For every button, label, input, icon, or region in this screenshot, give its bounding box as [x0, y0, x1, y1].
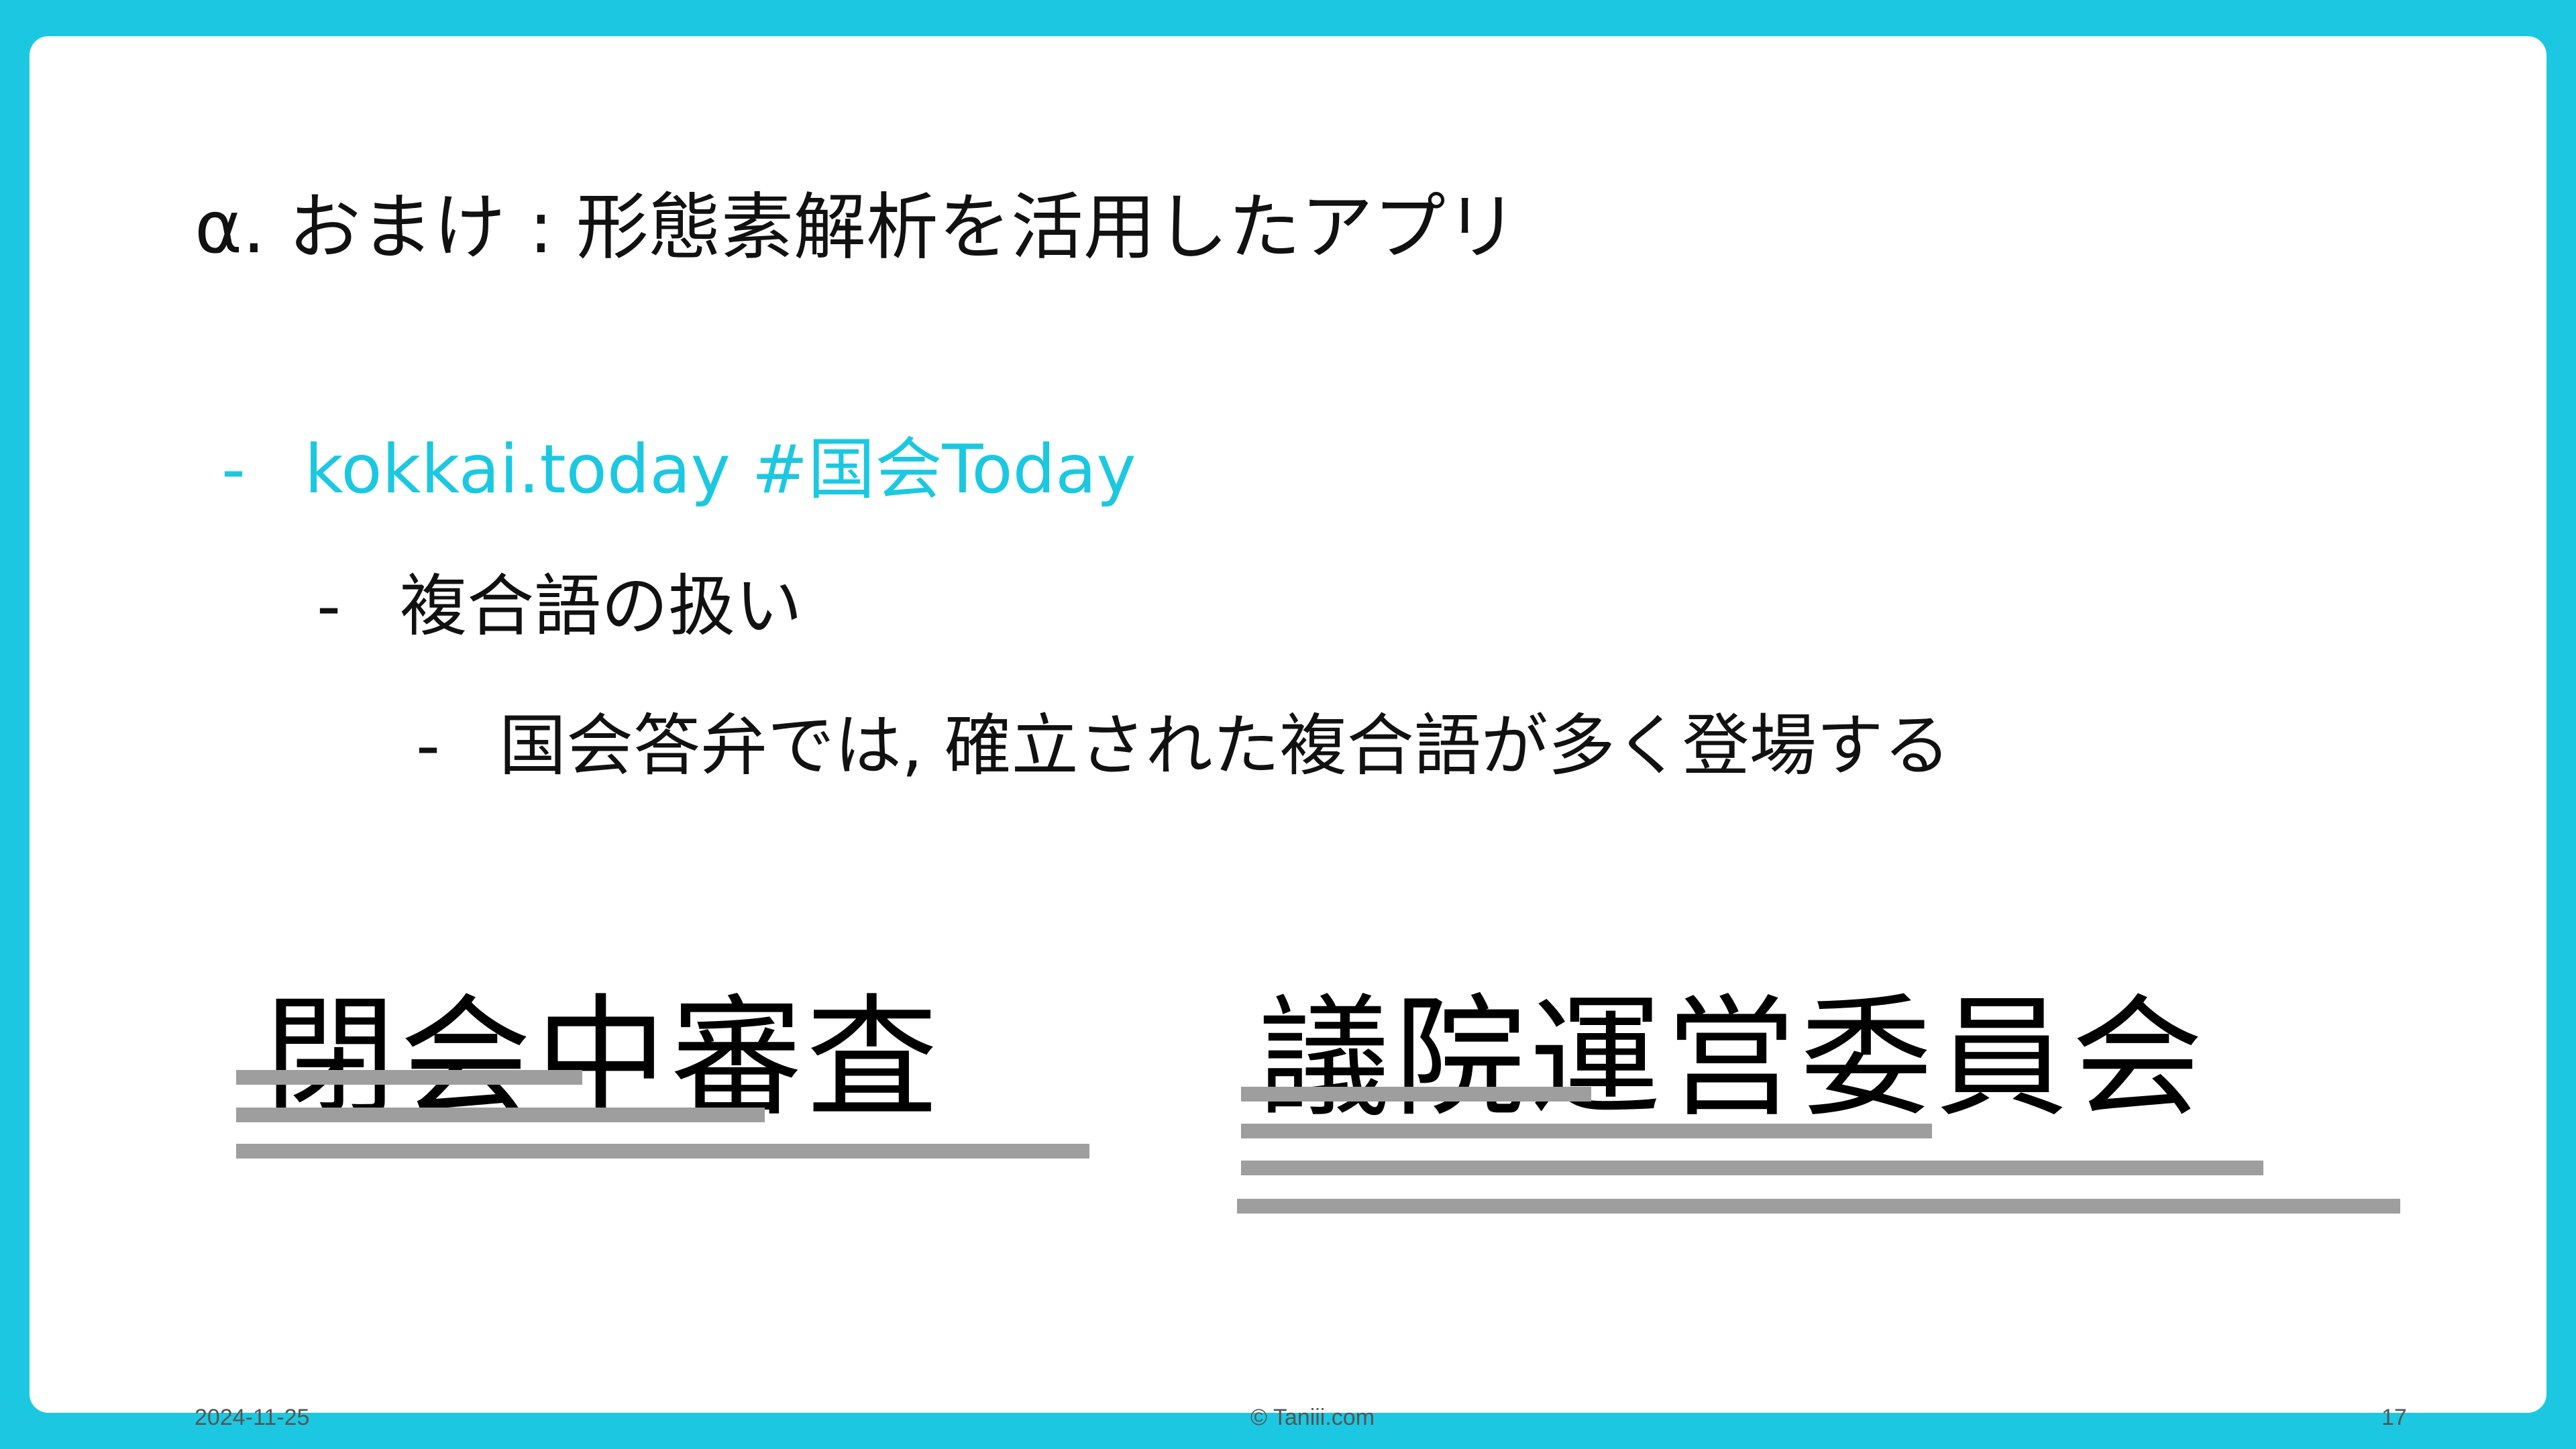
bullet-text-compound-words: 複合語の扱い — [400, 567, 802, 645]
bullet-dash: - — [317, 567, 341, 645]
bullet-dash: - — [416, 706, 441, 785]
footer-date: 2024-11-25 — [195, 1405, 310, 1430]
example-word-giin-unei-iinkai: 議院運営委員会 — [1258, 982, 2208, 1135]
segment-bar — [1241, 1087, 1591, 1102]
bullet-text-kokkai-today: kokkai.today #国会Today — [305, 430, 1136, 508]
segment-bar — [236, 1144, 1089, 1159]
footer-copyright: © Taniii.com — [1250, 1405, 1375, 1430]
bullet-dash: - — [221, 430, 246, 508]
segment-bar — [1241, 1124, 1932, 1138]
slide: α. おまけ : 形態素解析を活用したアプリ - kokkai.today #国… — [30, 36, 2546, 1429]
segment-bar — [1241, 1161, 2263, 1175]
segment-bar — [236, 1108, 765, 1122]
segment-bar — [1237, 1199, 2400, 1214]
example-word-heikaichu-shinsa: 閉会中審査 — [264, 982, 943, 1135]
slide-title: α. おまけ : 形態素解析を活用したアプリ — [195, 186, 1518, 270]
segment-bar — [236, 1070, 582, 1085]
bullet-text-established-compounds: 国会答弁では, 確立された複合語が多く登場する — [499, 706, 1951, 785]
footer-page-number: 17 — [2381, 1405, 2407, 1430]
